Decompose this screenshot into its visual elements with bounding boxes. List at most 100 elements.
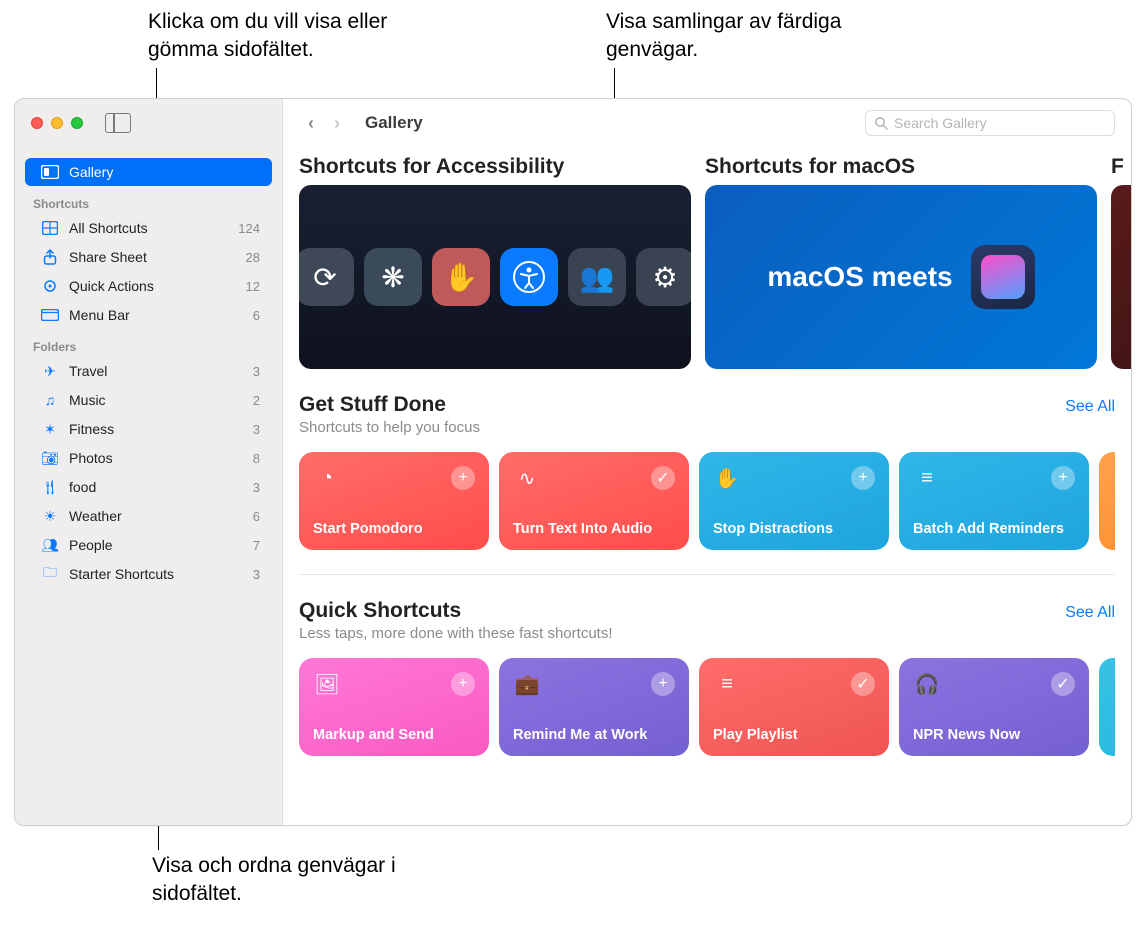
add-plus-button[interactable]: + [1051,466,1075,490]
sidebar-folder-weather[interactable]: ☀︎Weather6 [25,502,272,530]
people-icon: 👥︎ [41,536,59,554]
sidebar-item-all-shortcuts[interactable]: All Shortcuts 124 [25,214,272,242]
sidebar-item-label: All Shortcuts [69,220,228,236]
sidebar-item-label: Menu Bar [69,307,243,323]
shortcut-card[interactable]: 🎧 ✓ NPR News Now [899,658,1089,756]
hero-app-icon: ⟳ [299,248,354,306]
sidebar-item-count: 6 [253,509,260,524]
added-check-icon[interactable]: ✓ [1051,672,1075,696]
shortcut-card[interactable]: 🖼 + Markup and Send [299,658,489,756]
add-plus-button[interactable]: + [451,466,475,490]
sidebar-item-count: 3 [253,364,260,379]
sidebar-item-count: 12 [246,279,260,294]
card-name: Play Playlist [713,727,875,744]
card-glyph-icon: 🖼 [313,670,341,698]
shortcut-card[interactable]: + [1099,452,1115,550]
added-check-icon[interactable]: ✓ [651,466,675,490]
sidebar-folder-starter[interactable]: 🗀Starter Shortcuts3 [25,560,272,588]
sidebar-folder-people[interactable]: 👥︎People7 [25,531,272,559]
sidebar-item-label: Photos [69,450,243,466]
close-button[interactable] [31,117,43,129]
hero-title-accessibility: Shortcuts for Accessibility [299,155,691,179]
callout-sidebar-view: Visa och ordna genvägar i sidofältet. [152,852,412,909]
sidebar-item-count: 28 [246,250,260,265]
sidebar-folder-music[interactable]: ♫ Music 2 [25,386,272,414]
sidebar: Gallery Shortcuts All Shortcuts 124 Shar… [15,99,283,825]
hero-title-macos: Shortcuts for macOS [705,155,1097,179]
section-title: Get Stuff Done [299,393,480,417]
section-title: Quick Shortcuts [299,599,613,623]
card-glyph-icon: 🎧 [913,670,941,698]
sidebar-folder-travel[interactable]: ✈︎ Travel 3 [25,357,272,385]
sidebar-item-count: 2 [253,393,260,408]
app-window: Gallery Shortcuts All Shortcuts 124 Shar… [14,98,1132,826]
sidebar-toggle-button[interactable] [105,113,131,133]
hero-partial[interactable] [1111,185,1131,369]
hero-app-icon: ⚙ [636,248,691,306]
shortcut-card[interactable]: ≡ ✓ Play Playlist [699,658,889,756]
hero-title-partial: F [1111,155,1131,179]
sidebar-item-count: 3 [253,422,260,437]
sidebar-item-label: Travel [69,363,243,379]
sidebar-folder-photos[interactable]: 📷︎ Photos 8 [25,444,272,472]
shortcut-card[interactable]: 💼+Remind Me at Work [499,658,689,756]
card-name: Turn Text Into Audio [513,521,675,538]
sidebar-item-quick-actions[interactable]: Quick Actions 12 [25,272,272,300]
sidebar-item-count: 3 [253,480,260,495]
see-all-link[interactable]: See All [1065,398,1115,416]
card-glyph-icon: ✋ [713,464,741,492]
maximize-button[interactable] [71,117,83,129]
grid-icon [41,219,59,237]
main-content: ‹ › Gallery Search Gallery Shortcuts for… [283,99,1131,825]
hero-app-icon: 👥 [568,248,626,306]
hero-macos[interactable]: macOS meets [705,185,1097,369]
hero-accessibility[interactable]: ⟳ ❋ ✋ 👥 ⚙ [299,185,691,369]
sidebar-item-label: Quick Actions [69,278,236,294]
menubar-icon [41,306,59,324]
card-glyph-icon: ≡ [913,464,941,492]
card-name: NPR News Now [913,727,1075,744]
sidebar-item-label: Music [69,392,243,408]
card-glyph-icon: ◔ [313,464,341,492]
sidebar-header-folders: Folders [15,330,282,356]
sidebar-folder-fitness[interactable]: ✶ Fitness 3 [25,415,272,443]
add-plus-button[interactable]: + [451,672,475,696]
sidebar-item-gallery[interactable]: Gallery [25,158,272,186]
accessibility-icon [500,248,558,306]
card-name: Markup and Send [313,727,475,744]
card-glyph-icon: ≡ [713,670,741,698]
shortcut-card[interactable]: ✋ + Stop Distractions [699,452,889,550]
sidebar-item-label: Starter Shortcuts [69,566,243,582]
sidebar-item-count: 124 [238,221,260,236]
minimize-button[interactable] [51,117,63,129]
fitness-icon: ✶ [41,420,59,438]
callout-sidebar-toggle: Klicka om du vill visa eller gömma sidof… [148,8,408,65]
shortcut-card[interactable]: ◔+Start Pomodoro [299,452,489,550]
camera-icon: 📷︎ [41,449,59,467]
section-quick-shortcuts: Quick Shortcuts Less taps, more done wit… [299,599,1131,756]
card-glyph-icon [1113,464,1115,492]
sidebar-folder-food[interactable]: 🍴︎food3 [25,473,272,501]
hero-app-icon: ✋ [432,248,490,306]
shortcut-card[interactable]: ≡+Batch Add Reminders [899,452,1089,550]
section-subtitle: Shortcuts to help you focus [299,419,480,436]
sidebar-item-share-sheet[interactable]: Share Sheet 28 [25,243,272,271]
card-name: Stop Distractions [713,521,875,538]
section-divider [299,574,1115,575]
added-check-icon[interactable]: ✓ [851,672,875,696]
add-plus-button[interactable]: + [651,672,675,696]
sidebar-item-count: 8 [253,451,260,466]
add-plus-button[interactable]: + [851,466,875,490]
see-all-link[interactable]: See All [1065,604,1115,622]
plane-icon: ✈︎ [41,362,59,380]
callout-collections: Visa samlingar av färdiga genvägar. [606,8,866,65]
card-name: Remind Me at Work [513,727,675,744]
shortcut-card[interactable]: ∿✓Turn Text Into Audio [499,452,689,550]
sidebar-item-menu-bar[interactable]: Menu Bar 6 [25,301,272,329]
sidebar-item-label: Share Sheet [69,249,236,265]
sidebar-item-label: Fitness [69,421,243,437]
sidebar-item-label: People [69,537,243,553]
shortcut-card[interactable]: + [1099,658,1115,756]
hero-icon-row: ⟳ ❋ ✋ 👥 ⚙ [299,248,691,306]
music-icon: ♫ [41,391,59,409]
